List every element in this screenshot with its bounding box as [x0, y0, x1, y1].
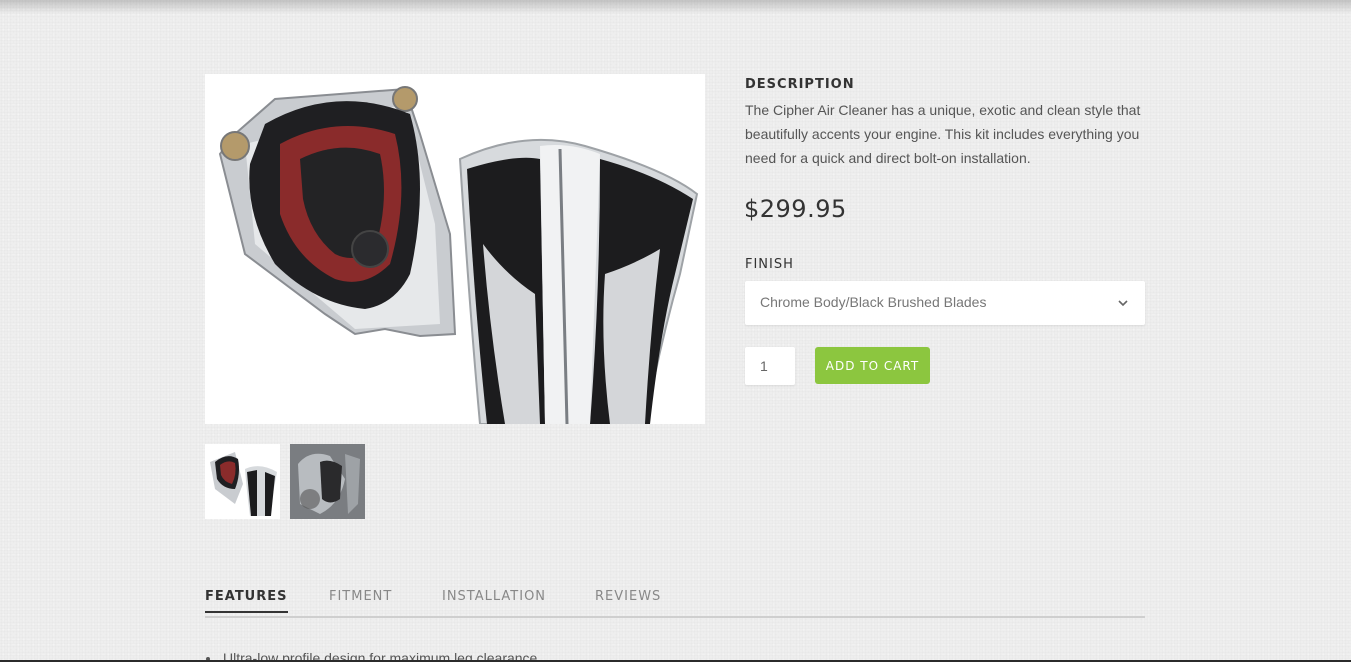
finish-selected-value: Chrome Body/Black Brushed Blades	[760, 294, 987, 310]
tab-fitment[interactable]: FITMENT	[329, 589, 392, 611]
add-to-cart-button[interactable]: ADD TO CART	[815, 347, 930, 384]
thumbnail-product-1[interactable]	[205, 444, 280, 519]
finish-select[interactable]: Chrome Body/Black Brushed Blades	[745, 281, 1145, 325]
product-price: $299.95	[744, 195, 847, 223]
header-shadow	[0, 0, 1351, 14]
tab-installation[interactable]: INSTALLATION	[442, 589, 546, 611]
thumbnail-product-2[interactable]	[290, 444, 365, 519]
tab-reviews[interactable]: REVIEWS	[595, 589, 661, 611]
finish-label: FINISH	[745, 257, 794, 272]
description-heading: DESCRIPTION	[745, 77, 855, 92]
quantity-input[interactable]	[745, 347, 795, 385]
main-product-image[interactable]	[205, 74, 705, 424]
description-text: The Cipher Air Cleaner has a unique, exo…	[745, 102, 1141, 166]
chevron-down-icon	[1117, 296, 1129, 308]
product-tabs: FEATURES FITMENT INSTALLATION REVIEWS	[205, 586, 1145, 618]
tab-features[interactable]: FEATURES	[205, 589, 288, 613]
